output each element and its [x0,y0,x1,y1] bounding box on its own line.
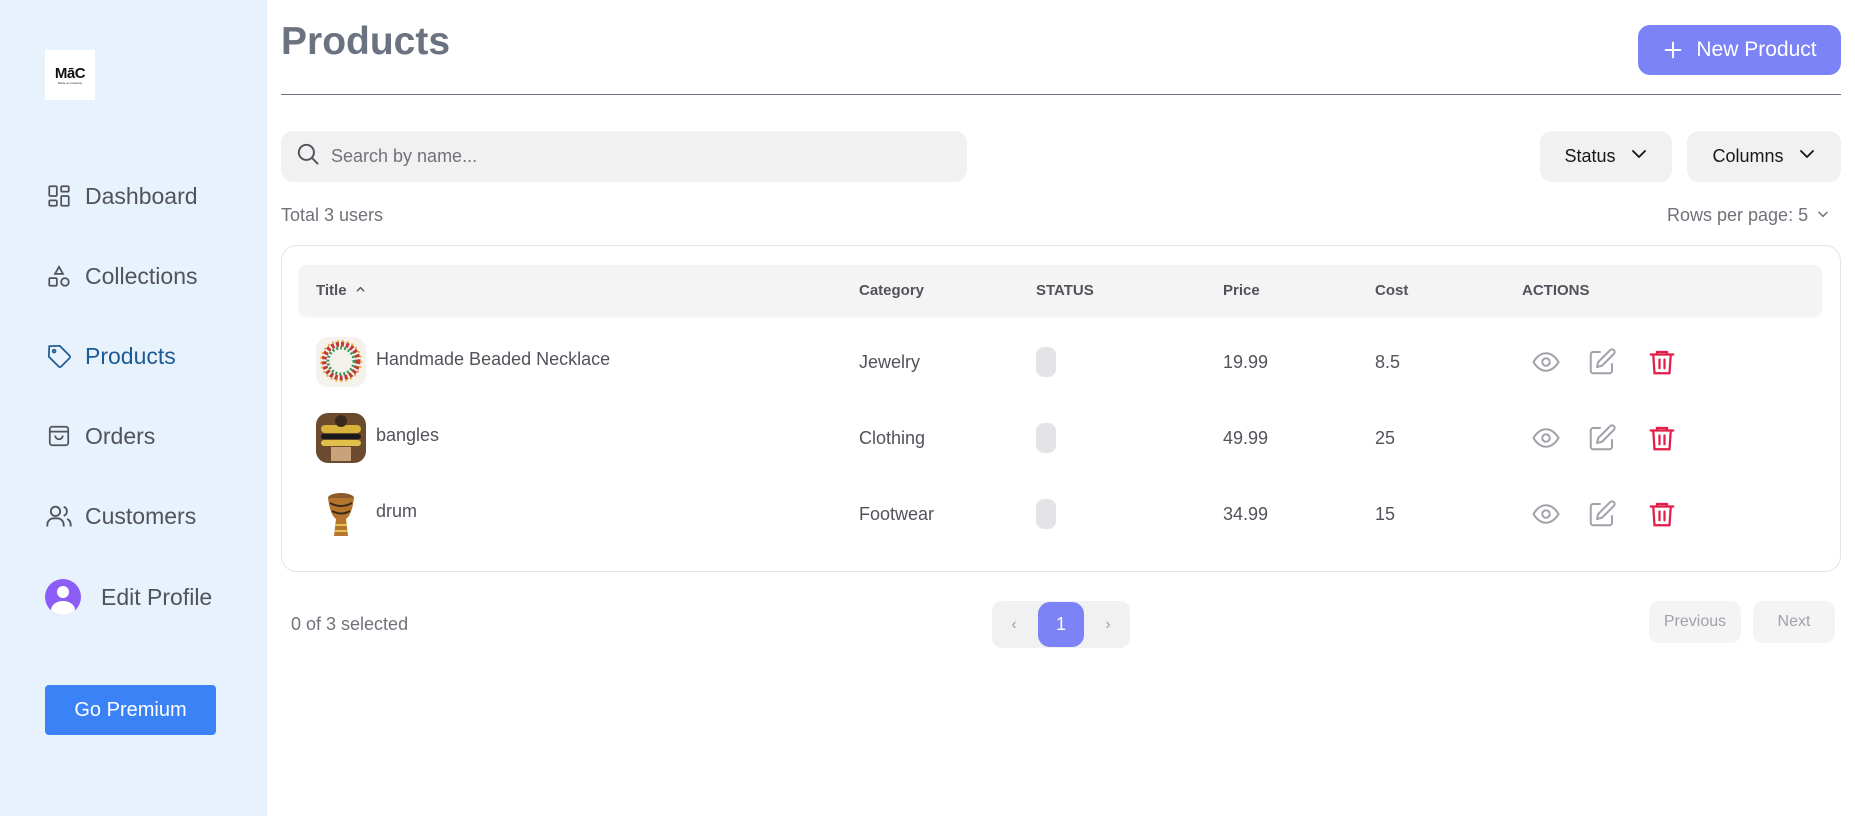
column-header-status[interactable]: STATUS [1036,265,1094,316]
product-title: Handmade Beaded Necklace [376,348,611,369]
product-thumbnail [316,337,366,387]
status-badge [1036,476,1056,552]
sidebar-item-label: Products [85,342,176,369]
page-button-1[interactable]: 1 [1038,602,1084,647]
logo-subtext: Made at Creativity [57,80,83,85]
main-content: Products New Product Status Columns [267,0,1855,816]
product-category: Footwear [859,503,935,524]
search-input[interactable] [331,146,931,167]
sort-ascending-icon [355,282,366,299]
new-product-label: New Product [1696,38,1817,61]
logo-text: MāC [54,64,86,82]
view-icon[interactable] [1530,346,1562,378]
chevron-left-icon[interactable]: ‹ [994,601,1034,648]
go-premium-button[interactable]: Go Premium [45,685,216,735]
sidebar-item-products[interactable]: Products [45,336,176,376]
brand-logo[interactable]: MāC Made at Creativity [45,50,95,100]
product-cost: 25 [1375,427,1396,448]
shopping-bag-icon [45,422,73,450]
sidebar-item-customers[interactable]: Customers [45,496,196,536]
delete-icon[interactable] [1646,498,1678,530]
chevron-right-icon[interactable]: › [1088,601,1128,648]
sidebar: MāC Made at Creativity Dashboard Collect… [0,0,267,816]
product-title: bangles [376,424,440,445]
chevron-down-icon [1798,145,1816,168]
app-root: MāC Made at Creativity Dashboard Collect… [0,0,1855,816]
status-badge [1036,400,1056,476]
chevron-down-icon [1816,205,1830,226]
product-price: 19.99 [1223,351,1269,372]
sidebar-item-label: Customers [85,502,197,529]
title-divider [281,94,1841,95]
product-title: drum [376,500,418,521]
column-header-price[interactable]: Price [1223,265,1260,316]
status-badge [1036,324,1056,400]
delete-icon[interactable] [1646,346,1678,378]
product-category: Jewelry [859,351,921,372]
edit-icon[interactable] [1586,498,1618,530]
rows-per-page-value: 5 [1798,205,1809,225]
table-row[interactable]: bangles Clothing 49.99 25 [299,400,1822,476]
avatar [45,579,81,615]
users-icon [45,502,73,530]
view-icon[interactable] [1530,498,1562,530]
sidebar-item-label: Dashboard [85,182,198,209]
search-bar [281,131,967,182]
total-count: Total 3 users [281,205,384,225]
edit-profile-label: Edit Profile [101,583,213,610]
new-product-button[interactable]: New Product [1638,25,1841,75]
tag-icon [45,342,73,370]
rows-per-page-label: Rows per page: [1667,205,1794,225]
chevron-down-icon [1630,145,1648,168]
sidebar-item-dashboard[interactable]: Dashboard [45,176,198,216]
page-title: Products [281,20,451,63]
shapes-icon [45,262,73,290]
next-button[interactable]: Next [1753,601,1835,643]
dashboard-icon [45,182,73,210]
status-filter-label: Status [1564,146,1616,166]
plus-icon [1662,39,1684,62]
columns-filter-label: Columns [1712,146,1784,166]
product-thumbnail [316,413,366,463]
sidebar-item-label: Orders [85,422,156,449]
table-row[interactable]: drum Footwear 34.99 15 [299,476,1822,552]
sidebar-item-label: Collections [85,262,198,289]
previous-button[interactable]: Previous [1649,601,1741,643]
sidebar-item-collections[interactable]: Collections [45,256,198,296]
product-cost: 8.5 [1375,351,1401,372]
column-header-actions: ACTIONS [1522,282,1590,299]
search-icon [295,141,321,172]
product-category: Clothing [859,427,926,448]
delete-icon[interactable] [1646,422,1678,454]
product-price: 49.99 [1223,427,1269,448]
view-icon[interactable] [1530,422,1562,454]
column-header-category[interactable]: Category [859,265,924,316]
products-table: Title Category STATUS Price Cost ACTIONS [281,245,1841,572]
edit-profile-link[interactable]: Edit Profile [45,579,212,615]
product-thumbnail [316,489,366,539]
sidebar-item-orders[interactable]: Orders [45,416,155,456]
table-row[interactable]: Handmade Beaded Necklace Jewelry 19.99 8… [299,324,1822,400]
rows-per-page-select[interactable]: Rows per page: 5 [1667,205,1830,226]
column-header-cost[interactable]: Cost [1375,265,1408,316]
product-price: 34.99 [1223,503,1269,524]
status-filter-button[interactable]: Status [1540,131,1672,182]
table-header: Title Category STATUS Price Cost ACTIONS [299,265,1822,316]
pagination: ‹ 1 › [992,601,1130,648]
selection-count: 0 of 3 selected [291,614,409,634]
column-header-title[interactable]: Title [316,265,366,316]
product-cost: 15 [1375,503,1396,524]
columns-filter-button[interactable]: Columns [1687,131,1841,182]
edit-icon[interactable] [1586,422,1618,454]
edit-icon[interactable] [1586,346,1618,378]
